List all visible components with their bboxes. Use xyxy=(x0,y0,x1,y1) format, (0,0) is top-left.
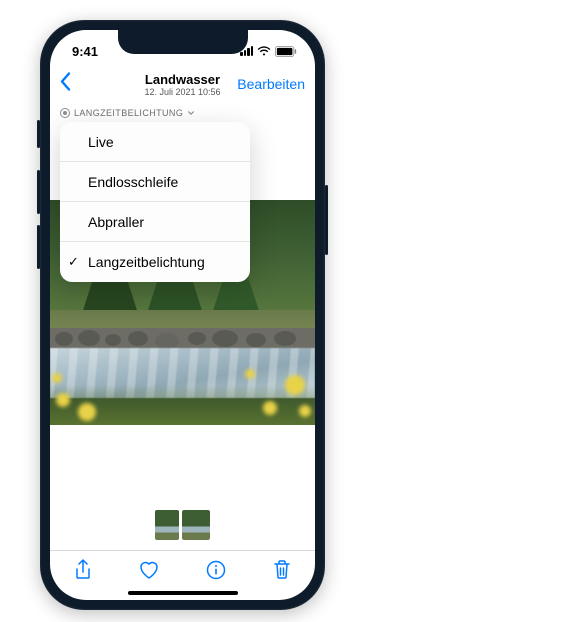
notch xyxy=(118,30,248,54)
menu-item-bounce[interactable]: Abpraller xyxy=(60,202,250,242)
share-button[interactable] xyxy=(72,559,94,581)
favorite-button[interactable] xyxy=(138,559,160,581)
effect-menu: Live Endlosschleife Abpraller ✓ Langzeit… xyxy=(60,122,250,282)
toolbar xyxy=(50,550,315,590)
menu-item-loop[interactable]: Endlosschleife xyxy=(60,162,250,202)
edit-button[interactable]: Bearbeiten xyxy=(237,76,305,92)
thumbnail-scrubber[interactable] xyxy=(50,508,315,542)
status-time: 9:41 xyxy=(72,44,98,59)
back-button[interactable] xyxy=(58,72,72,97)
nav-subtitle: 12. Juli 2021 10:56 xyxy=(144,87,220,97)
battery-icon xyxy=(275,46,297,57)
info-button[interactable] xyxy=(205,559,227,581)
live-photo-icon xyxy=(60,108,70,118)
thumbnail-selected[interactable] xyxy=(182,510,210,540)
effect-chip-label: LANGZEITBELICHTUNG xyxy=(74,108,183,118)
nav-bar: Landwasser 12. Juli 2021 10:56 Bearbeite… xyxy=(50,64,315,104)
wifi-icon xyxy=(257,46,271,57)
menu-item-long-exposure[interactable]: ✓ Langzeitbelichtung xyxy=(60,242,250,282)
nav-title: Landwasser xyxy=(144,72,220,87)
menu-item-label: Langzeitbelichtung xyxy=(88,254,205,270)
delete-button[interactable] xyxy=(271,559,293,581)
effect-chip[interactable]: LANGZEITBELICHTUNG xyxy=(60,108,195,118)
thumbnail[interactable] xyxy=(155,510,179,540)
menu-item-live[interactable]: Live xyxy=(60,122,250,162)
menu-item-label: Live xyxy=(88,134,114,150)
home-indicator[interactable] xyxy=(128,591,238,595)
menu-item-label: Endlosschleife xyxy=(88,174,178,190)
chevron-down-icon xyxy=(187,109,195,117)
checkmark-icon: ✓ xyxy=(68,254,79,270)
menu-item-label: Abpraller xyxy=(88,214,144,230)
screen: 9:41 Landwasser 12. J xyxy=(50,30,315,600)
phone-frame: 9:41 Landwasser 12. J xyxy=(40,20,325,610)
